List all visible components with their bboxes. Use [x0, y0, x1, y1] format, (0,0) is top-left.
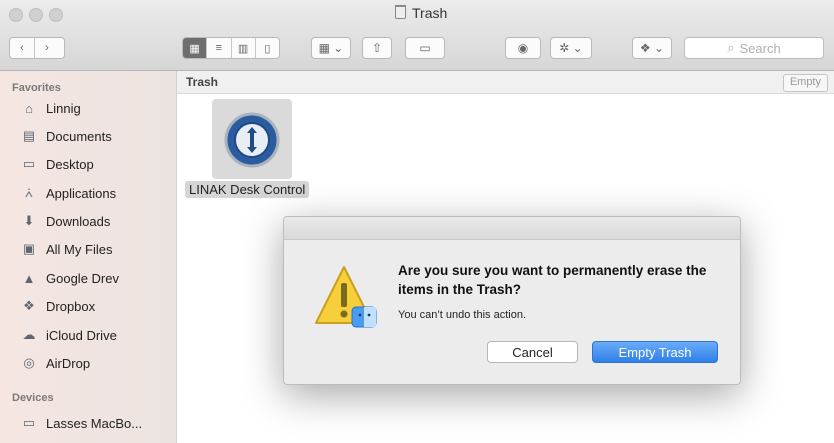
google-drive-icon: ▲ — [22, 270, 36, 286]
sidebar-item-icloud-drive[interactable]: ☁ iCloud Drive — [20, 324, 117, 346]
quick-look-button[interactable]: ◉ — [505, 37, 541, 59]
sidebar-item-label: Linnig — [46, 100, 81, 116]
dialog-message: You can’t undo this action. — [398, 309, 527, 321]
window-toolbar: Trash ‹ › ▦ ≡ ▥ ▯ ▦ ⌄ ⇧ ▭ ◉ ✲ ⌄ ❖ ⌄ ⌕ Se… — [0, 0, 834, 71]
devices-header: Devices — [12, 392, 54, 404]
cover-flow-button[interactable]: ▯ — [256, 38, 279, 58]
home-icon: ⌂ — [25, 100, 33, 116]
file-item-icon-tile[interactable] — [212, 99, 292, 179]
sidebar-item-label: Downloads — [46, 213, 111, 229]
arrange-button[interactable]: ▦ ⌄ — [311, 37, 351, 59]
back-forward-control: ‹ › — [9, 37, 65, 59]
sidebar-item-label: Applications — [46, 185, 117, 201]
dialog-titlebar — [284, 217, 740, 240]
sidebar: Favorites ⌂ Linnig ▤ Documents ▭ Desktop… — [0, 71, 177, 443]
finder-window: Trash ‹ › ▦ ≡ ▥ ▯ ▦ ⌄ ⇧ ▭ ◉ ✲ ⌄ ❖ ⌄ ⌕ Se… — [0, 0, 834, 443]
icloud-icon: ☁ — [22, 327, 36, 342]
sidebar-item-label: Documents — [46, 128, 112, 144]
dialog-title: Are you sure you want to permanently era… — [398, 263, 707, 297]
back-button[interactable]: ‹ — [10, 38, 35, 58]
applications-icon: ⩑ — [25, 185, 33, 200]
close-window-button[interactable] — [9, 8, 23, 22]
downloads-icon: ⬇ — [23, 213, 35, 228]
action-button[interactable]: ✲ ⌄ — [550, 37, 592, 59]
list-view-button[interactable]: ≡ — [207, 38, 232, 58]
chevron-right-icon: › — [45, 42, 49, 54]
path-bar: Trash Empty — [177, 71, 834, 94]
chevron-left-icon: ‹ — [20, 42, 24, 54]
icon-view-icon: ▦ — [189, 42, 200, 55]
trash-icon — [395, 5, 406, 19]
search-placeholder: Search — [739, 40, 781, 56]
window-title: Trash — [395, 5, 447, 21]
sidebar-item-macbook[interactable]: ▭ Lasses MacBo... — [20, 412, 142, 434]
search-input[interactable]: ⌕ Search — [684, 37, 824, 59]
sidebar-item-linnig[interactable]: ⌂ Linnig — [20, 97, 81, 119]
sidebar-item-downloads[interactable]: ⬇ Downloads — [20, 210, 111, 232]
arrange-grid-icon: ▦ ⌄ — [318, 41, 344, 55]
sidebar-item-label: Dropbox — [46, 298, 96, 314]
sidebar-item-documents[interactable]: ▤ Documents — [20, 125, 112, 147]
list-view-icon: ≡ — [215, 42, 223, 54]
all-files-icon: ▣ — [22, 241, 36, 256]
desktop-icon: ▭ — [22, 156, 36, 171]
share-icon: ⇧ — [371, 41, 383, 55]
dropbox-toolbar-button[interactable]: ❖ ⌄ — [632, 37, 672, 59]
content-area: Trash Empty LINAK Desk Control Are you s… — [177, 71, 834, 443]
warning-icon — [315, 266, 377, 328]
sidebar-item-applications[interactable]: ⩑ Applications — [20, 182, 116, 204]
minimize-window-button[interactable] — [29, 8, 43, 22]
laptop-icon: ▭ — [22, 415, 36, 430]
sidebar-item-all-my-files[interactable]: ▣ All My Files — [20, 238, 113, 260]
tags-button[interactable]: ▭ — [405, 37, 445, 59]
view-mode-control: ▦ ≡ ▥ ▯ — [182, 37, 280, 59]
favorites-header: Favorites — [12, 82, 61, 94]
documents-icon: ▤ — [22, 128, 36, 143]
cancel-button[interactable]: Cancel — [487, 341, 578, 363]
share-button[interactable]: ⇧ — [362, 37, 392, 59]
empty-trash-button[interactable]: Empty Trash — [592, 341, 718, 363]
zoom-window-button[interactable] — [49, 8, 63, 22]
sidebar-item-label: Lasses MacBo... — [46, 415, 143, 431]
sidebar-item-google-drev[interactable]: ▲ Google Drev — [20, 267, 119, 289]
file-item-label[interactable]: LINAK Desk Control — [185, 181, 310, 198]
icon-view-button[interactable]: ▦ — [183, 38, 208, 58]
path-label: Trash — [186, 75, 219, 89]
empty-button[interactable]: Empty — [782, 74, 828, 92]
forward-button[interactable]: › — [35, 38, 59, 58]
airdrop-icon: ◎ — [23, 355, 35, 370]
sidebar-item-dropbox[interactable]: ❖ Dropbox — [20, 295, 95, 317]
dropbox-icon: ❖ — [23, 298, 35, 313]
sidebar-item-airdrop[interactable]: ◎ AirDrop — [20, 352, 90, 374]
empty-trash-dialog: Are you sure you want to permanently era… — [283, 216, 741, 385]
cover-flow-icon: ▯ — [264, 42, 271, 55]
sidebar-item-desktop[interactable]: ▭ Desktop — [20, 153, 94, 175]
sidebar-item-label: Desktop — [46, 156, 94, 172]
search-icon: ⌕ — [727, 40, 735, 55]
sidebar-item-label: AirDrop — [46, 355, 91, 371]
gear-icon: ✲ ⌄ — [559, 41, 583, 55]
window-title-text: Trash — [412, 5, 448, 21]
column-view-button[interactable]: ▥ — [232, 38, 256, 58]
linak-app-icon — [224, 112, 280, 168]
sidebar-item-label: iCloud Drive — [46, 327, 117, 343]
sidebar-item-label: All My Files — [46, 241, 113, 257]
tag-icon: ▭ — [419, 41, 431, 55]
eye-icon: ◉ — [517, 41, 529, 55]
sidebar-item-label: Google Drev — [46, 270, 119, 286]
column-view-icon: ▥ — [237, 42, 249, 55]
dropbox-icon: ❖ ⌄ — [639, 41, 665, 55]
